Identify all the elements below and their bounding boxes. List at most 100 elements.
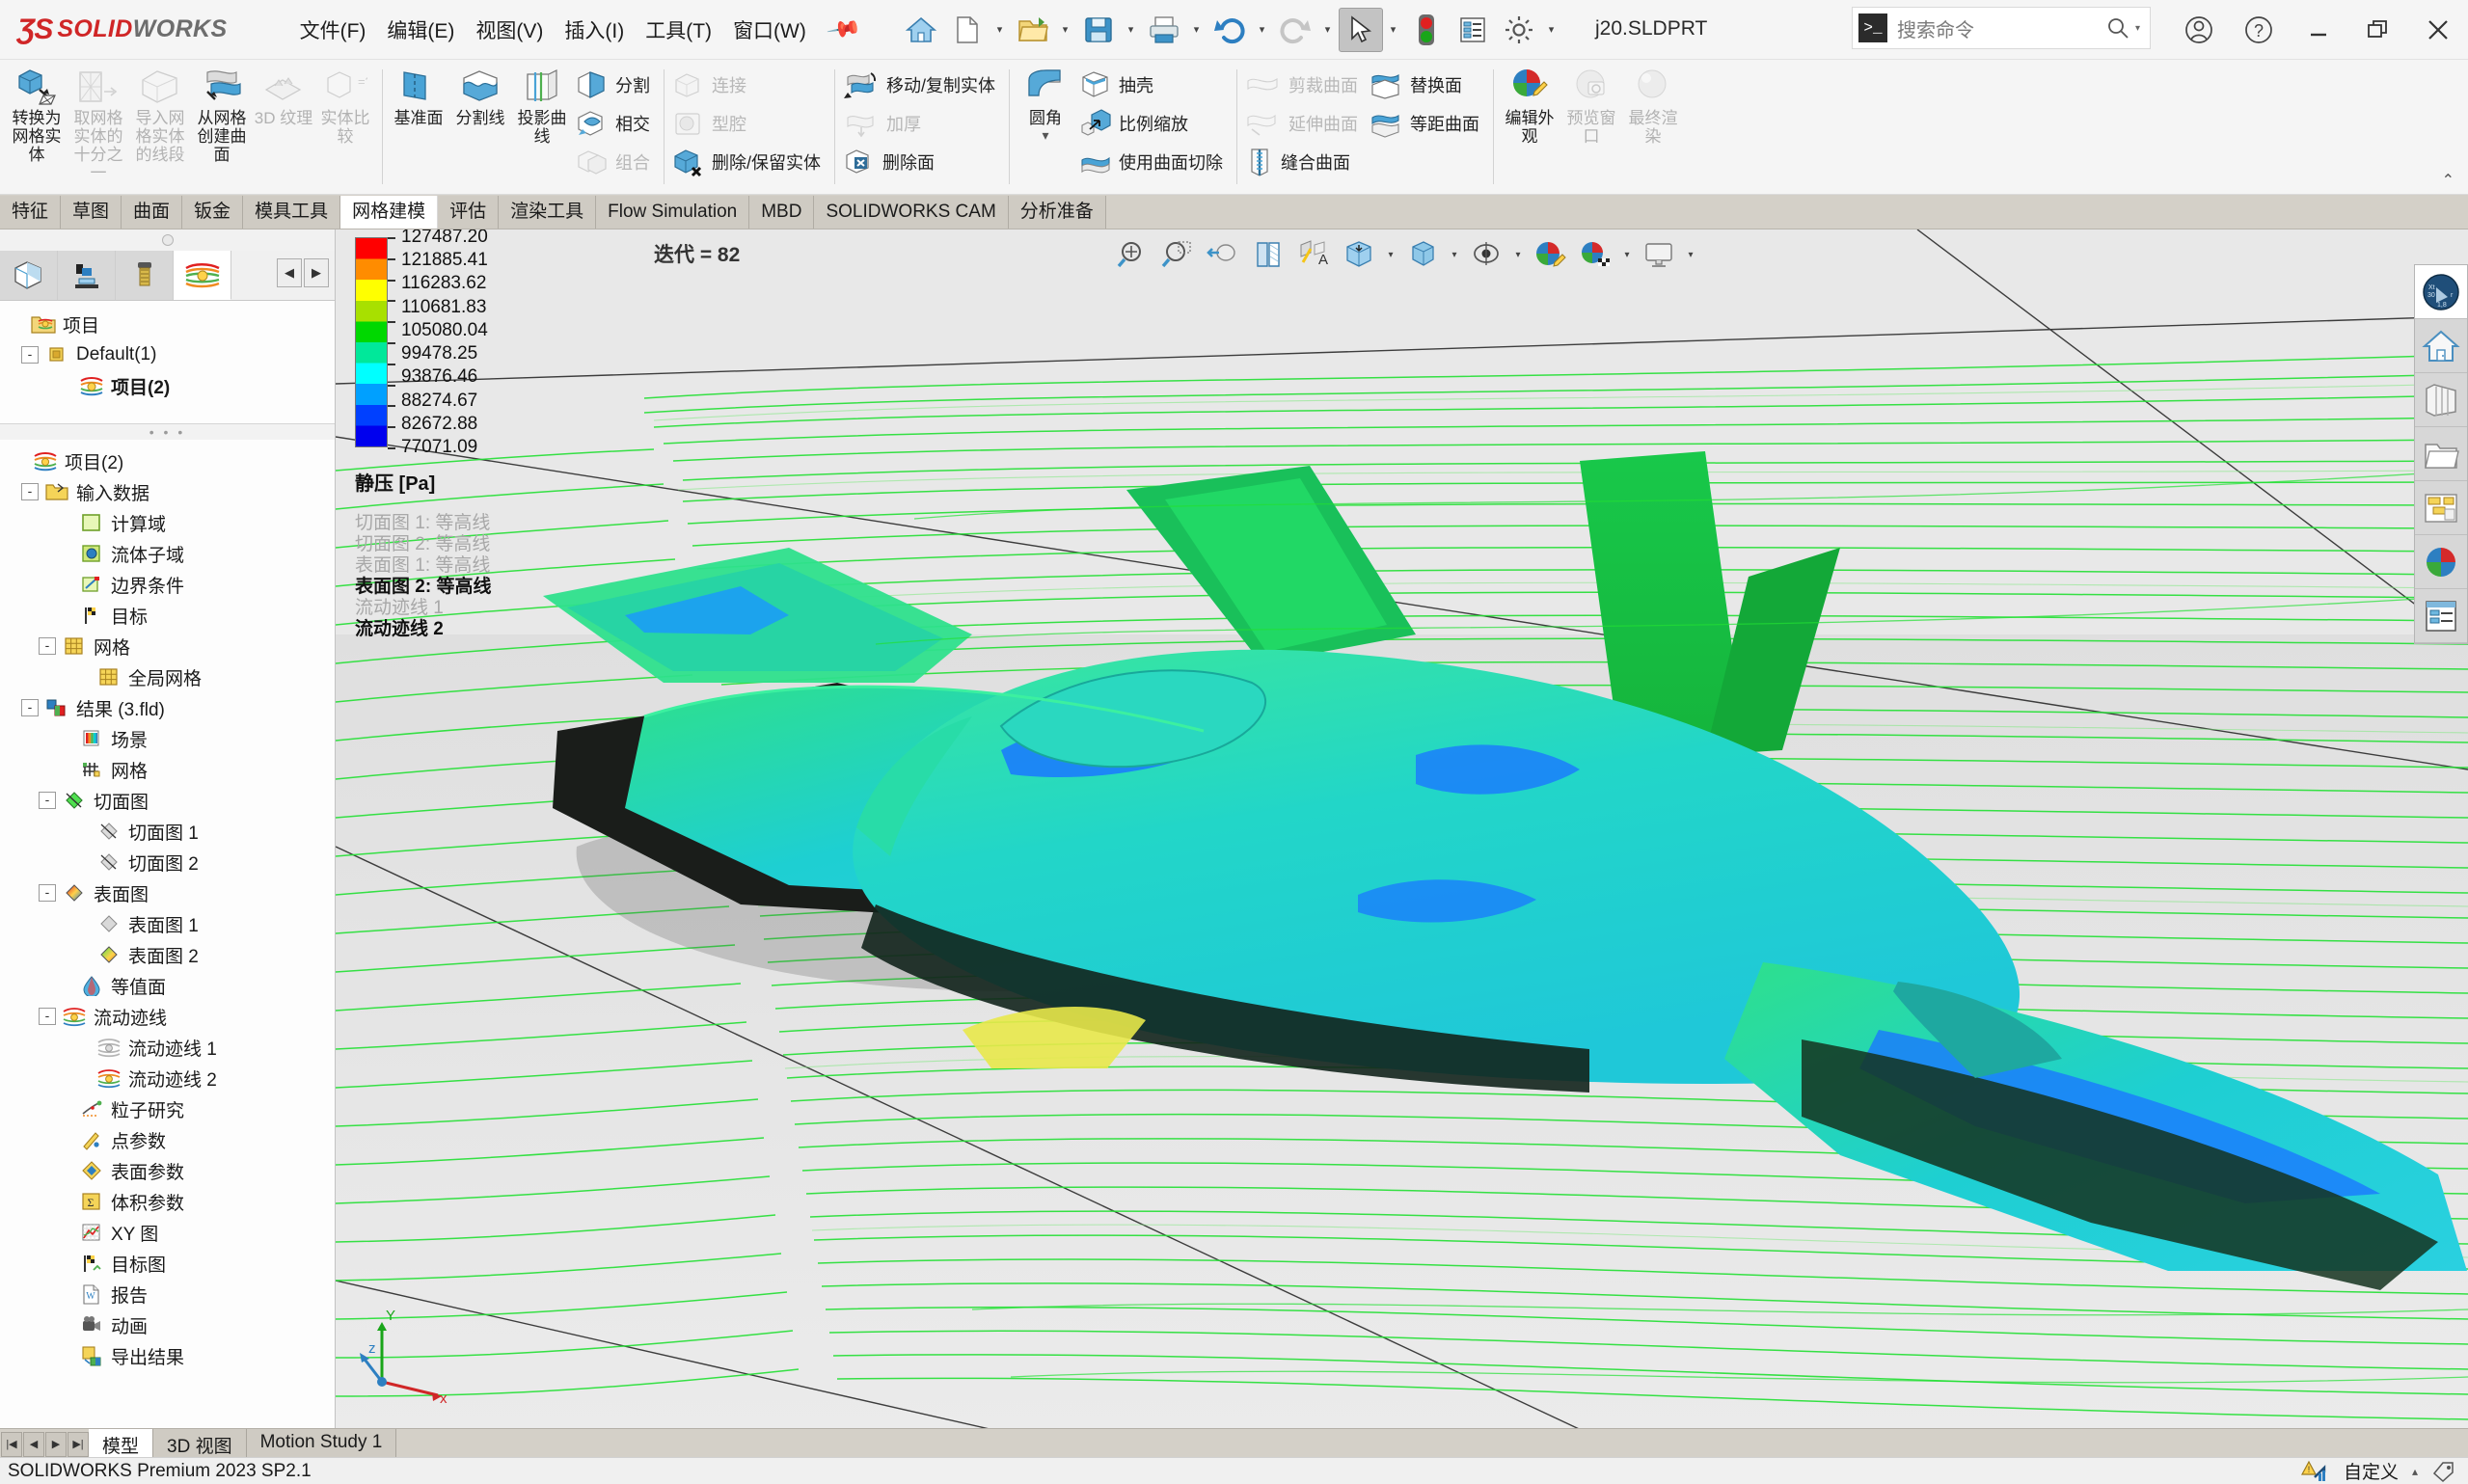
- appearances-button[interactable]: [2415, 535, 2467, 589]
- file-explorer-button[interactable]: [2415, 427, 2467, 481]
- home-task-button[interactable]: [2415, 319, 2467, 373]
- offset-surface-button[interactable]: 等距曲面: [1366, 104, 1487, 143]
- custom-properties-button[interactable]: [2415, 589, 2467, 643]
- select-tool-caret[interactable]: ▾: [1385, 8, 1402, 52]
- view-selector-button[interactable]: Xt 30 r 1,8: [2415, 265, 2467, 319]
- view-settings-caret[interactable]: ▾: [1683, 235, 1698, 274]
- user-account-icon[interactable]: [2169, 0, 2229, 60]
- tree-node-project2[interactable]: 项目(2): [6, 445, 335, 476]
- tree-node-boundary-conditions[interactable]: 边界条件: [6, 569, 335, 600]
- first-tab-button[interactable]: |◀: [1, 1431, 22, 1457]
- tree-expander[interactable]: -: [21, 699, 39, 716]
- prev-tab-button[interactable]: ◀: [23, 1431, 44, 1457]
- move-copy-body-button[interactable]: 移动/复制实体: [840, 66, 1003, 104]
- tab-solidworks-cam[interactable]: SOLIDWORKS CAM: [814, 196, 1009, 229]
- convert-to-mesh-body-button[interactable]: 转换为网格实体: [6, 64, 68, 167]
- tree-node-global-mesh[interactable]: 全局网格: [6, 661, 335, 692]
- tree-expander[interactable]: -: [21, 346, 39, 364]
- tree-node-flow-trajectory-1[interactable]: 流动迹线 1: [6, 1032, 335, 1063]
- cut-with-surface-button[interactable]: 使用曲面切除: [1076, 143, 1231, 181]
- minimize-button[interactable]: [2289, 0, 2348, 60]
- split-line-button[interactable]: 分割线: [449, 64, 511, 130]
- tree-node-mesh[interactable]: - 网格: [6, 631, 335, 661]
- home-button[interactable]: [899, 8, 943, 52]
- tree-node-flow-trajectories[interactable]: - 流动迹线: [6, 1001, 335, 1032]
- last-tab-button[interactable]: ▶|: [68, 1431, 89, 1457]
- extend-surface-button[interactable]: 延伸曲面: [1242, 104, 1366, 143]
- manager-tab-prev-button[interactable]: ◀: [277, 258, 302, 287]
- tree-node-default-config[interactable]: - Default(1): [8, 339, 335, 370]
- tree-expander[interactable]: -: [39, 637, 56, 655]
- tab-surfaces[interactable]: 曲面: [122, 196, 183, 229]
- new-document-caret[interactable]: ▾: [991, 8, 1009, 52]
- rebuild-warning-icon[interactable]: !: [2300, 1460, 2330, 1483]
- edit-appearance-button[interactable]: 编辑外观: [1499, 64, 1560, 148]
- tree-node-surface-plot-2[interactable]: 表面图 2: [6, 939, 335, 970]
- compare-bodies-button[interactable]: =? 实体比较: [314, 64, 376, 148]
- tree-expander[interactable]: -: [39, 1008, 56, 1025]
- menu-insert[interactable]: 插入(I): [556, 10, 633, 50]
- open-document-caret[interactable]: ▾: [1057, 8, 1074, 52]
- display-style-button[interactable]: [1401, 235, 1444, 274]
- previous-view-button[interactable]: [1202, 235, 1244, 274]
- settings-caret[interactable]: ▾: [1543, 8, 1560, 52]
- zoom-to-fit-button[interactable]: [1111, 235, 1153, 274]
- tab-sketch[interactable]: 草图: [61, 196, 122, 229]
- tree-node-fluid-subdomain[interactable]: 流体子域: [6, 538, 335, 569]
- manager-tab-next-button[interactable]: ▶: [304, 258, 329, 287]
- tab-sheet-metal[interactable]: 钣金: [182, 196, 244, 229]
- cavity-button[interactable]: 型腔: [669, 104, 828, 143]
- menu-edit[interactable]: 编辑(E): [378, 10, 463, 50]
- tab-mesh-modeling[interactable]: 网格建模: [340, 196, 439, 229]
- flow-simulation-tab[interactable]: [174, 251, 231, 300]
- view-orientation-caret[interactable]: ▾: [1383, 235, 1398, 274]
- view-orientation-cube-button[interactable]: [1338, 235, 1380, 274]
- combine-button[interactable]: 组合: [573, 143, 658, 181]
- trim-surface-button[interactable]: 剪裁曲面: [1242, 66, 1366, 104]
- delete-face-button[interactable]: 删除面: [840, 143, 1003, 181]
- feature-manager-tab[interactable]: [0, 251, 58, 300]
- apply-scene-button[interactable]: [1574, 235, 1616, 274]
- doc-tab-model[interactable]: 模型: [89, 1429, 154, 1457]
- tree-node-project-root[interactable]: 项目: [8, 309, 335, 339]
- redo-button[interactable]: [1273, 8, 1317, 52]
- search-commands-box[interactable]: >_ 搜索命令 ▾: [1852, 7, 2151, 49]
- options-list-button[interactable]: [1451, 8, 1495, 52]
- customize-caret[interactable]: ▴: [2412, 1465, 2418, 1478]
- display-style-caret[interactable]: ▾: [1447, 235, 1462, 274]
- delete-keep-body-button[interactable]: 删除/保留实体: [669, 143, 828, 181]
- tree-node-surface-plot-1[interactable]: 表面图 1: [6, 908, 335, 939]
- new-document-button[interactable]: [945, 8, 990, 52]
- help-icon[interactable]: ?: [2229, 0, 2289, 60]
- tab-flow-simulation[interactable]: Flow Simulation: [596, 196, 750, 229]
- doc-tab-motion-study[interactable]: Motion Study 1: [246, 1429, 397, 1457]
- collapse-ribbon-caret[interactable]: ⌃: [2442, 171, 2454, 190]
- knit-surface-button[interactable]: 缝合曲面: [1242, 143, 1366, 181]
- tree-node-surface-parameters[interactable]: 表面参数: [6, 1155, 335, 1186]
- tree-expander[interactable]: -: [39, 792, 56, 809]
- section-view-button[interactable]: [1247, 235, 1289, 274]
- graphics-viewport[interactable]: 127487.20 121885.41 116283.62 110681.83 …: [336, 229, 2468, 1434]
- tree-expander[interactable]: -: [39, 884, 56, 902]
- fillet-dropdown-caret[interactable]: ▾: [1043, 127, 1049, 144]
- preview-window-button[interactable]: 预览窗口: [1560, 64, 1622, 148]
- search-dropdown-caret[interactable]: ▾: [2135, 23, 2140, 34]
- save-button[interactable]: [1076, 8, 1121, 52]
- thicken-button[interactable]: 加厚: [840, 104, 1003, 143]
- decimate-mesh-button[interactable]: 取网格实体的十分之一: [68, 64, 129, 185]
- tab-render-tools[interactable]: 渲染工具: [499, 196, 597, 229]
- print-button[interactable]: [1142, 8, 1186, 52]
- scale-button[interactable]: 比例缩放: [1076, 104, 1231, 143]
- design-library-button[interactable]: [2415, 373, 2467, 427]
- tab-evaluate[interactable]: 评估: [438, 196, 500, 229]
- next-tab-button[interactable]: ▶: [45, 1431, 67, 1457]
- tree-node-goals[interactable]: 目标: [6, 600, 335, 631]
- tree-node-results[interactable]: - 结果 (3.fld): [6, 692, 335, 723]
- doc-tab-3d-views[interactable]: 3D 视图: [153, 1429, 247, 1457]
- tree-node-cut-plot-2[interactable]: 切面图 2: [6, 847, 335, 877]
- open-document-button[interactable]: [1011, 8, 1055, 52]
- tree-splitter[interactable]: • • •: [0, 424, 335, 440]
- rebuild-status-button[interactable]: [1404, 8, 1449, 52]
- projected-curve-button[interactable]: 投影曲线: [511, 64, 573, 148]
- menu-window[interactable]: 窗口(W): [724, 10, 815, 50]
